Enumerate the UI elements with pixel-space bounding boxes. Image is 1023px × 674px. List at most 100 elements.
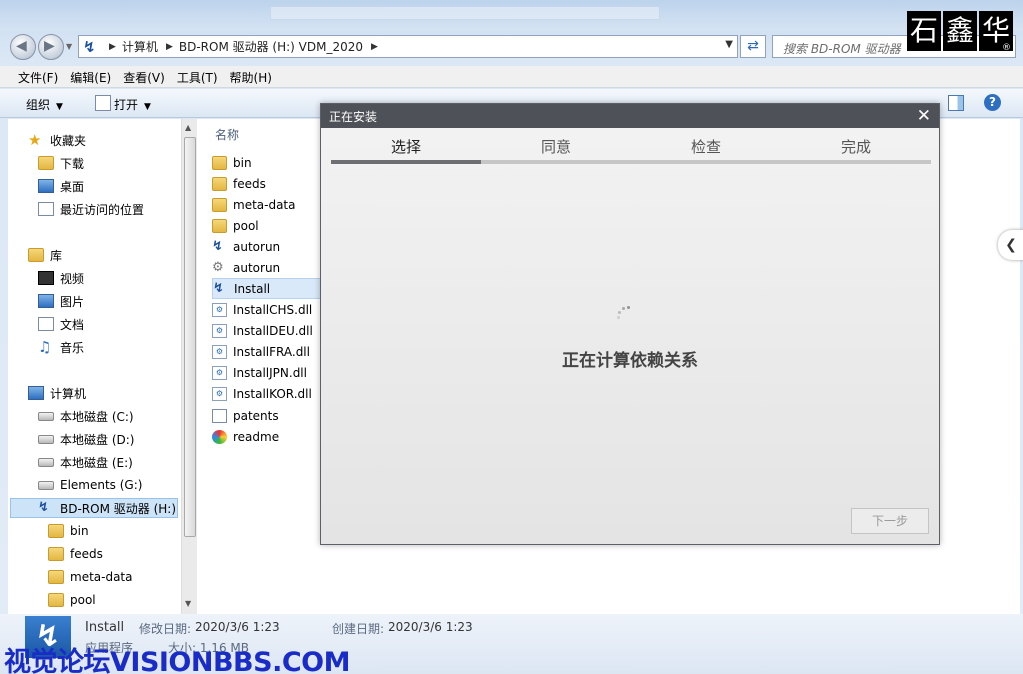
navigation-row: ◀ ▶ ▼ ↯ ▶ 计算机 ▶ BD-ROM 驱动器 (H:) VDM_2020…: [0, 32, 1023, 60]
file-item[interactable]: bin: [212, 152, 324, 173]
history-dropdown-icon[interactable]: ▼: [66, 42, 72, 51]
nav-label: 音乐: [60, 340, 85, 355]
loading-spinner-icon: [617, 306, 633, 322]
file-item-selected[interactable]: ↯ Install: [212, 278, 324, 299]
file-item[interactable]: readme: [212, 426, 324, 447]
file-label: pool: [233, 218, 259, 233]
side-collapse-button[interactable]: ❮: [998, 230, 1023, 260]
chevron-down-icon: ▼: [56, 102, 63, 112]
scroll-thumb[interactable]: [184, 137, 196, 537]
watermark-text: 视觉论坛VISIONBBS.COM: [4, 647, 350, 674]
nav-bd-meta-data[interactable]: meta-data: [48, 567, 133, 587]
file-label: InstallFRA.dll: [233, 344, 310, 359]
nav-computer[interactable]: 计算机: [28, 383, 86, 403]
drive-icon: [38, 434, 54, 444]
file-label: InstallCHS.dll: [233, 302, 313, 317]
music-icon: ♫: [38, 338, 52, 356]
brand-logo: 石 鑫 华 ®: [907, 11, 1013, 53]
folder-icon: [48, 593, 64, 607]
nav-desktop[interactable]: 桌面: [38, 176, 84, 196]
nav-label: 本地磁盘 (D:): [60, 432, 135, 447]
file-item[interactable]: feeds: [212, 173, 324, 194]
help-icon[interactable]: ?: [984, 94, 1001, 111]
file-item[interactable]: ↯ autorun: [212, 236, 324, 257]
address-dropdown-icon[interactable]: ▼: [725, 39, 733, 50]
document-icon: [212, 408, 227, 423]
menu-view[interactable]: 查看(V): [117, 66, 171, 87]
nav-library[interactable]: 库: [28, 245, 62, 265]
nav-scrollbar[interactable]: ▲ ▼: [181, 119, 197, 614]
desktop-icon: [38, 179, 54, 193]
file-item[interactable]: ⚙ InstallCHS.dll: [212, 299, 324, 320]
step-progress-track: [331, 160, 931, 164]
settings-file-icon: ⚙: [212, 259, 224, 275]
folder-icon: [212, 197, 227, 212]
nav-label: 文档: [60, 317, 85, 332]
file-item[interactable]: ⚙ InstallJPN.dll: [212, 362, 324, 383]
next-button[interactable]: 下一步: [851, 508, 929, 534]
close-icon[interactable]: ✕: [917, 106, 931, 126]
menu-tools[interactable]: 工具(T): [171, 66, 224, 87]
column-header-name[interactable]: 名称: [215, 126, 239, 143]
nav-documents[interactable]: 文档: [38, 314, 84, 334]
brand-char: 鑫: [943, 11, 977, 51]
nav-drive-e[interactable]: 本地磁盘 (E:): [38, 452, 133, 472]
breadcrumb-separator-icon: ▶: [165, 41, 173, 52]
breadcrumb-computer[interactable]: 计算机: [122, 38, 158, 55]
nav-drive-h[interactable]: ↯ BD-ROM 驱动器 (H:): [10, 498, 178, 518]
menu-file[interactable]: 文件(F): [12, 66, 64, 87]
preview-pane-icon[interactable]: [948, 95, 964, 111]
nav-bd-pool[interactable]: pool: [48, 590, 96, 610]
nav-music[interactable]: ♫ 音乐: [38, 337, 84, 357]
nav-drive-d[interactable]: 本地磁盘 (D:): [38, 429, 134, 449]
forward-button[interactable]: ▶: [38, 34, 64, 60]
address-bar[interactable]: ↯ ▶ 计算机 ▶ BD-ROM 驱动器 (H:) VDM_2020 ▶ ▼: [78, 35, 738, 58]
scroll-down-icon[interactable]: ▼: [185, 599, 191, 608]
refresh-button[interactable]: ⇄: [740, 35, 766, 58]
file-item[interactable]: patents: [212, 405, 324, 426]
nav-favorites[interactable]: ★ 收藏夹: [28, 130, 86, 150]
step-check: 检查: [690, 138, 721, 156]
organize-button[interactable]: 组织 ▼: [26, 96, 63, 113]
registered-mark: ®: [1002, 43, 1011, 53]
nav-downloads[interactable]: 下载: [38, 153, 84, 173]
nav-label: 收藏夹: [50, 133, 87, 148]
file-label: readme: [233, 429, 280, 444]
file-item[interactable]: ⚙ InstallDEU.dll: [212, 320, 324, 341]
file-label: feeds: [233, 176, 266, 191]
nav-drive-c[interactable]: 本地磁盘 (C:): [38, 406, 134, 426]
nav-drive-g[interactable]: Elements (G:): [38, 475, 142, 495]
nav-label: 库: [50, 248, 63, 263]
file-item[interactable]: meta-data: [212, 194, 324, 215]
chevron-left-icon: ❮: [1005, 237, 1017, 253]
organize-label: 组织: [26, 98, 51, 112]
nav-bd-feeds[interactable]: feeds: [48, 544, 103, 564]
menu-bar: 文件(F) 编辑(E) 查看(V) 工具(T) 帮助(H): [0, 66, 1023, 88]
file-item[interactable]: ⚙ InstallFRA.dll: [212, 341, 324, 362]
nav-label: 桌面: [60, 179, 85, 194]
file-label: meta-data: [233, 197, 296, 212]
file-item[interactable]: pool: [212, 215, 324, 236]
step-agree: 同意: [540, 138, 571, 156]
nav-recent[interactable]: 最近访问的位置: [38, 199, 144, 219]
file-label: autorun: [233, 260, 281, 275]
nav-bd-bin[interactable]: bin: [48, 521, 89, 541]
breadcrumb-drive[interactable]: BD-ROM 驱动器 (H:) VDM_2020: [179, 38, 363, 55]
ni-logo-icon: ↯: [83, 37, 96, 56]
dll-icon: ⚙: [212, 302, 227, 317]
file-item[interactable]: ⚙ autorun: [212, 257, 324, 278]
scroll-up-icon[interactable]: ▲: [185, 123, 191, 132]
dialog-body: 选择 同意 检查 完成 正在计算依赖关系 下一步: [321, 128, 939, 544]
folder-icon: [48, 547, 64, 561]
nav-pictures[interactable]: 图片: [38, 291, 84, 311]
details-modified-label: 修改日期:: [139, 622, 192, 636]
menu-help[interactable]: 帮助(H): [224, 66, 278, 87]
open-button[interactable]: 打开 ▼: [114, 96, 151, 113]
nav-label: 最近访问的位置: [60, 202, 145, 217]
menu-edit[interactable]: 编辑(E): [64, 66, 117, 87]
documents-icon: [38, 317, 54, 331]
file-item[interactable]: ⚙ InstallKOR.dll: [212, 383, 324, 404]
step-finish: 完成: [840, 138, 871, 156]
nav-videos[interactable]: 视频: [38, 268, 84, 288]
back-button[interactable]: ◀: [10, 34, 36, 60]
